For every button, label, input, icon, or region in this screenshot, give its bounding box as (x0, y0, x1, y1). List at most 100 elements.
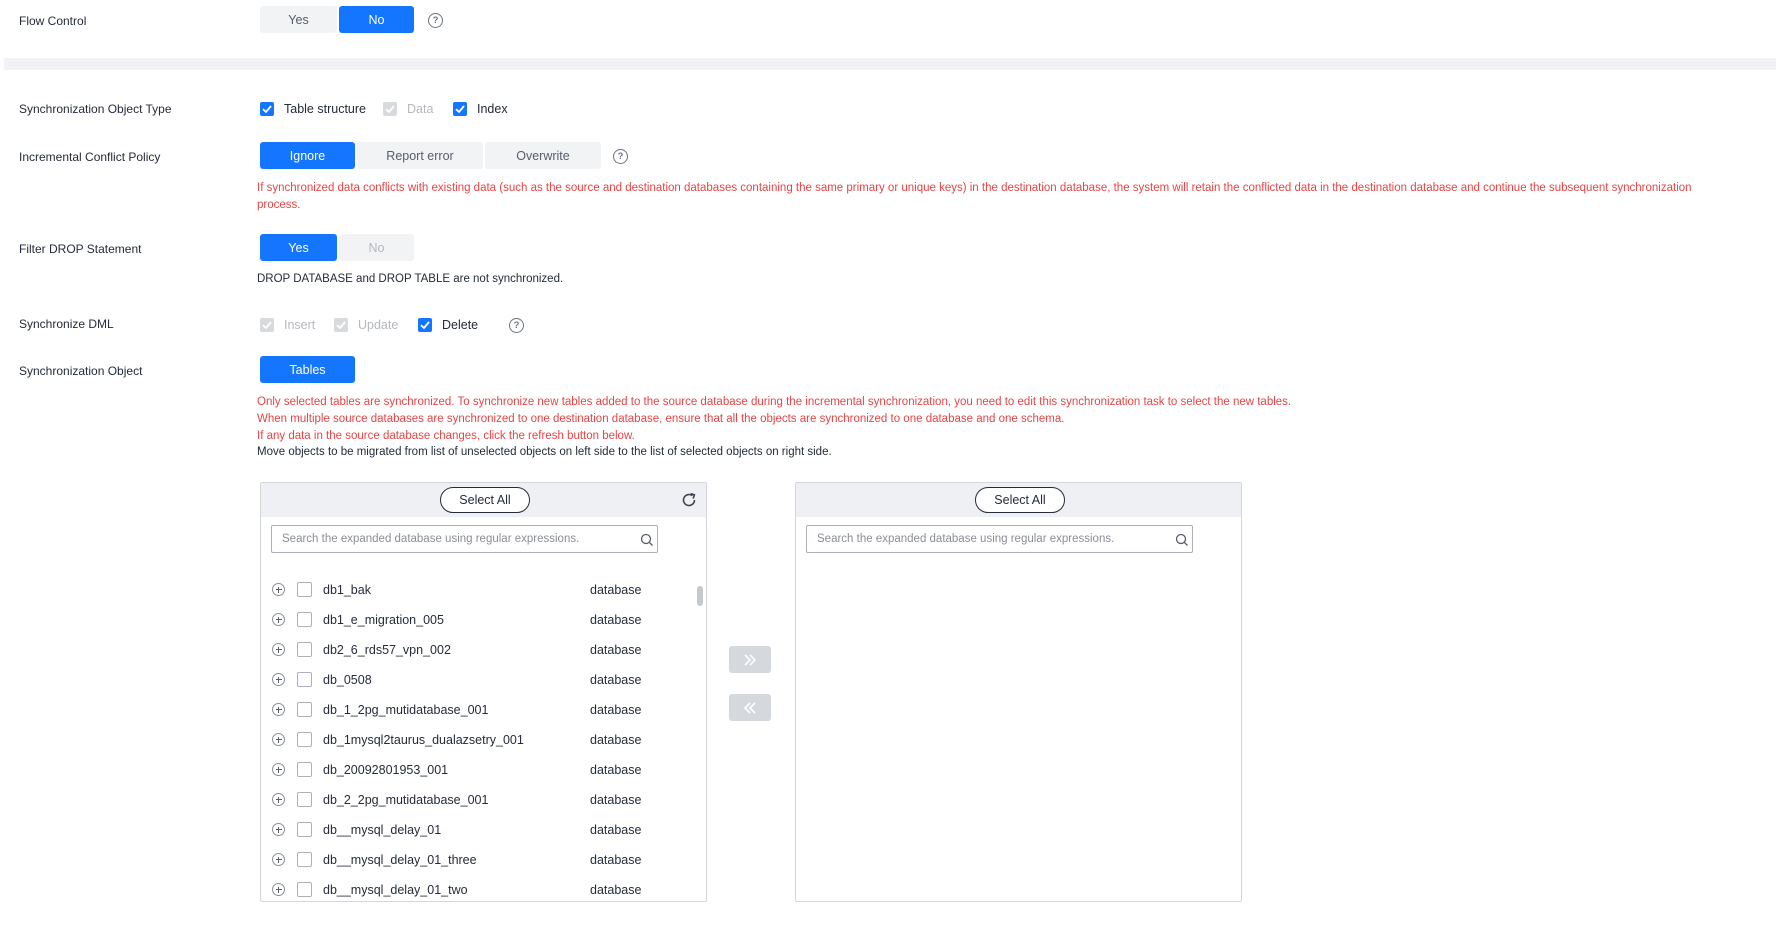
sync-object-type-label: Synchronization Object Type (19, 102, 172, 116)
refresh-icon[interactable] (680, 491, 698, 509)
move-left-button[interactable] (729, 694, 771, 721)
item-checkbox[interactable] (297, 582, 312, 597)
expand-icon[interactable] (272, 883, 285, 896)
list-item[interactable]: db2_6_rds57_vpn_002 database (261, 635, 706, 665)
conflict-report-error-button[interactable]: Report error (357, 142, 483, 169)
list-item[interactable]: db_1_2pg_mutidatabase_001 database (261, 695, 706, 725)
item-type: database (590, 643, 642, 657)
item-name: db__mysql_delay_01_two (323, 883, 468, 897)
expand-icon[interactable] (272, 733, 285, 746)
item-name: db1_e_migration_005 (323, 613, 444, 627)
data-checkbox (383, 102, 397, 116)
selected-objects-panel: Select All (795, 482, 1242, 902)
item-checkbox[interactable] (297, 852, 312, 867)
item-name: db__mysql_delay_01_three (323, 853, 477, 867)
unselected-objects-panel: Select All db1_bak database db1_e_migratio… (260, 482, 707, 902)
tables-button[interactable]: Tables (260, 356, 355, 383)
sync-object-warning-2: When multiple source databases are synch… (257, 413, 1065, 425)
item-name: db_1mysql2taurus_dualazsetry_001 (323, 733, 524, 747)
right-select-all-button[interactable]: Select All (975, 487, 1065, 513)
item-type: database (590, 883, 642, 897)
list-item[interactable]: db__mysql_delay_01_three database (261, 845, 706, 875)
item-name: db1_bak (323, 583, 371, 597)
item-checkbox[interactable] (297, 642, 312, 657)
item-name: db2_6_rds57_vpn_002 (323, 643, 451, 657)
delete-checkbox[interactable] (418, 318, 432, 332)
item-type: database (590, 763, 642, 777)
list-item[interactable]: db_2_2pg_mutidatabase_001 database (261, 785, 706, 815)
expand-icon[interactable] (272, 583, 285, 596)
sync-dml-label: Synchronize DML (19, 317, 114, 331)
conflict-policy-note-cont: process. (257, 199, 301, 211)
update-label: Update (358, 318, 399, 332)
help-icon[interactable]: ? (428, 13, 443, 28)
expand-icon[interactable] (272, 853, 285, 866)
left-select-all-button[interactable]: Select All (440, 487, 530, 513)
expand-icon[interactable] (272, 673, 285, 686)
item-type: database (590, 853, 642, 867)
list-item[interactable]: db_20092801953_001 database (261, 755, 706, 785)
item-checkbox[interactable] (297, 762, 312, 777)
filter-drop-no-button: No (339, 234, 414, 261)
table-structure-checkbox[interactable] (260, 102, 274, 116)
data-label: Data (407, 102, 434, 116)
item-checkbox[interactable] (297, 822, 312, 837)
item-type: database (590, 673, 642, 687)
item-name: db__mysql_delay_01 (323, 823, 442, 837)
list-item[interactable]: db_0508 database (261, 665, 706, 695)
delete-label: Delete (442, 318, 479, 332)
list-item[interactable]: db__mysql_delay_01 database (261, 815, 706, 845)
item-name: db_20092801953_001 (323, 763, 449, 777)
item-checkbox[interactable] (297, 702, 312, 717)
flow-control-no-button[interactable]: No (339, 6, 414, 33)
item-type: database (590, 823, 642, 837)
expand-icon[interactable] (272, 823, 285, 836)
sync-object-warning-1: Only selected tables are synchronized. T… (257, 396, 1292, 408)
filter-drop-note: DROP DATABASE and DROP TABLE are not syn… (257, 273, 564, 285)
sync-object-info: Move objects to be migrated from list of… (257, 446, 832, 458)
index-label: Index (477, 102, 508, 116)
item-checkbox[interactable] (297, 882, 312, 897)
item-type: database (590, 793, 642, 807)
double-chevron-right-icon (744, 653, 757, 666)
item-checkbox[interactable] (297, 792, 312, 807)
conflict-policy-label: Incremental Conflict Policy (19, 150, 161, 164)
update-checkbox (334, 318, 348, 332)
expand-icon[interactable] (272, 613, 285, 626)
item-checkbox[interactable] (297, 732, 312, 747)
section-divider (4, 58, 1776, 70)
flow-control-yes-button[interactable]: Yes (260, 6, 337, 33)
sync-object-warning-3: If any data in the source database chang… (257, 430, 635, 442)
left-search-input[interactable] (271, 525, 658, 553)
item-checkbox[interactable] (297, 612, 312, 627)
expand-icon[interactable] (272, 643, 285, 656)
filter-drop-yes-button[interactable]: Yes (260, 234, 337, 261)
help-icon[interactable]: ? (613, 149, 628, 164)
list-item[interactable]: db1_bak database (261, 575, 706, 605)
search-icon[interactable] (640, 533, 654, 547)
right-search-input[interactable] (806, 525, 1193, 553)
help-icon[interactable]: ? (509, 318, 524, 333)
move-right-button[interactable] (729, 646, 771, 673)
item-name: db_1_2pg_mutidatabase_001 (323, 703, 489, 717)
insert-checkbox (260, 318, 274, 332)
conflict-ignore-button[interactable]: Ignore (260, 142, 355, 169)
expand-icon[interactable] (272, 793, 285, 806)
item-checkbox[interactable] (297, 672, 312, 687)
table-structure-label: Table structure (284, 102, 366, 116)
sync-object-label: Synchronization Object (19, 364, 143, 378)
item-type: database (590, 583, 642, 597)
double-chevron-left-icon (743, 701, 756, 714)
conflict-overwrite-button[interactable]: Overwrite (485, 142, 601, 169)
list-item[interactable]: db__mysql_delay_01_two database (261, 875, 706, 901)
expand-icon[interactable] (272, 703, 285, 716)
list-item[interactable]: db_1mysql2taurus_dualazsetry_001 database (261, 725, 706, 755)
expand-icon[interactable] (272, 763, 285, 776)
insert-label: Insert (284, 318, 316, 332)
search-icon[interactable] (1175, 533, 1189, 547)
conflict-policy-note: If synchronized data conflicts with exis… (257, 182, 1692, 194)
list-item[interactable]: db1_e_migration_005 database (261, 605, 706, 635)
item-name: db_2_2pg_mutidatabase_001 (323, 793, 489, 807)
index-checkbox[interactable] (453, 102, 467, 116)
item-type: database (590, 703, 642, 717)
